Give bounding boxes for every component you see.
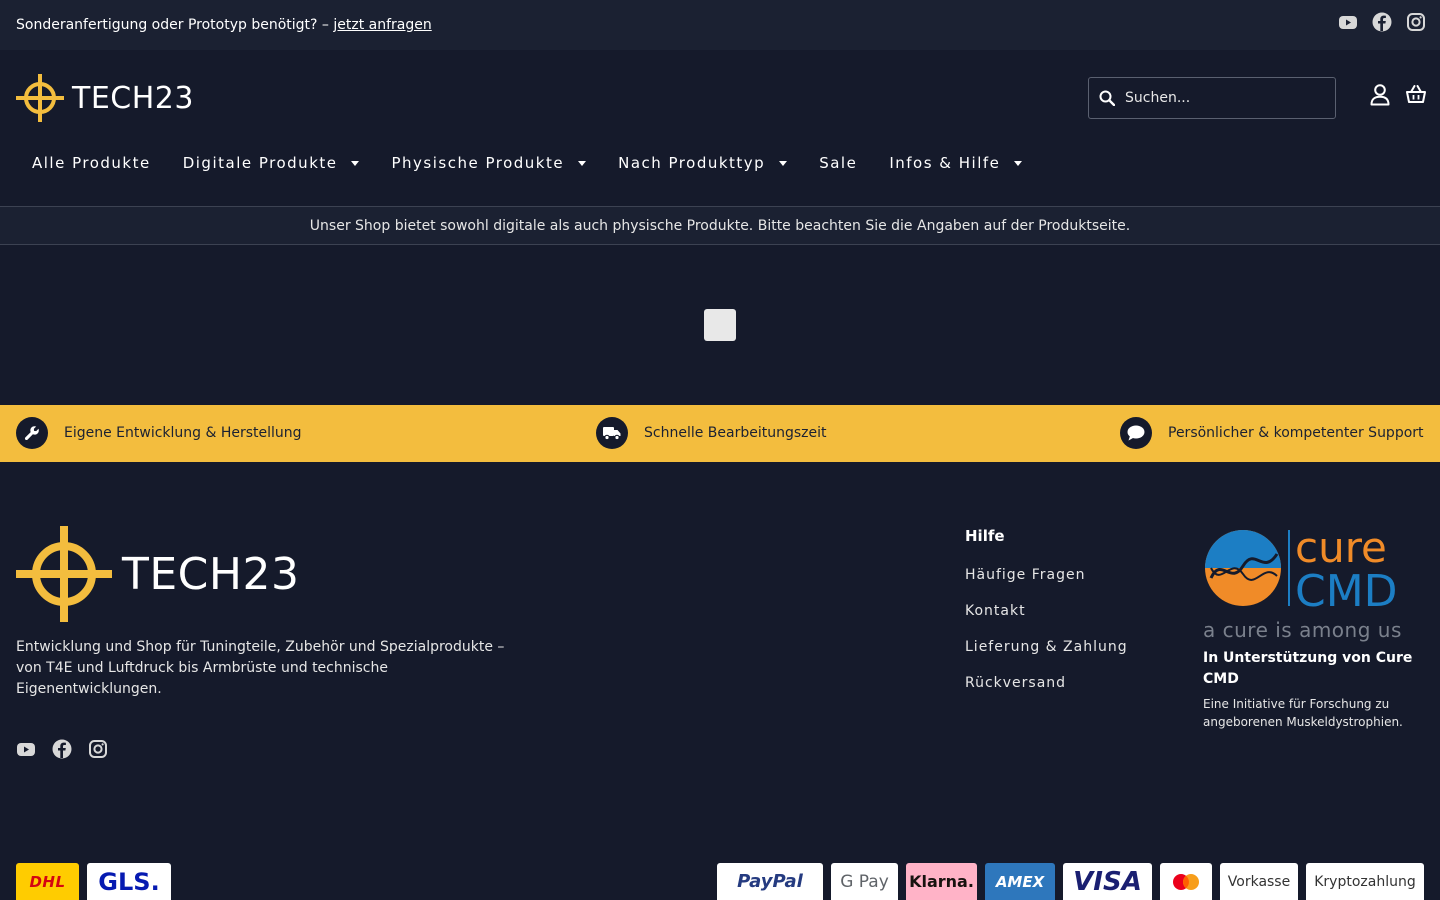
truck-icon <box>596 417 628 449</box>
nav-item-sale[interactable]: Sale <box>803 146 873 180</box>
main-nav: Alle Produkte Digitale Produkte Physische … <box>16 146 1038 180</box>
facebook-icon[interactable] <box>1372 12 1392 32</box>
feature-processing: Schnelle Bearbeitungszeit <box>596 417 827 449</box>
googlepay-badge: G Pay <box>831 863 898 900</box>
crypto-badge: Kryptozahlung <box>1306 863 1424 900</box>
wrench-icon <box>16 417 48 449</box>
klarna-badge: Klarna. <box>906 863 977 900</box>
cure-cmd-logo[interactable]: cure CMD <box>1203 523 1419 617</box>
caret-down-icon <box>351 160 360 166</box>
feature-development: Eigene Entwicklung & Herstellung <box>16 417 302 449</box>
basket-icon[interactable] <box>1406 84 1426 104</box>
help-link-returns[interactable]: Rückversand <box>965 675 1128 695</box>
crosshair-logo-icon <box>16 526 112 622</box>
caret-down-icon <box>779 160 788 166</box>
feature-bar: Eigene Entwicklung & Herstellung Schnell… <box>0 405 1440 462</box>
instagram-icon[interactable] <box>88 739 108 759</box>
nav-item-label: Nach Produkttyp <box>618 154 766 172</box>
mastercard-badge <box>1160 863 1212 900</box>
footer-description: Entwicklung und Shop für Tuningteile, Zu… <box>16 639 505 697</box>
footer-help: Hilfe Häufige Fragen Kontakt Lieferung &… <box>965 527 1128 711</box>
help-link-faq[interactable]: Häufige Fragen <box>965 567 1128 587</box>
nav-item-label: Sale <box>819 154 858 172</box>
chat-icon <box>1120 417 1152 449</box>
vorkasse-badge: Vorkasse <box>1220 863 1298 900</box>
svg-text:CMD: CMD <box>1295 566 1398 610</box>
nav-item-nach-produkttyp[interactable]: Nach Produkttyp <box>602 146 803 180</box>
paypal-badge: PayPal <box>717 863 823 900</box>
footer-brand-name: TECH23 <box>122 548 300 600</box>
crosshair-logo-icon <box>16 74 64 122</box>
nav-item-alle-produkte[interactable]: Alle Produkte <box>16 146 167 180</box>
gls-badge: GLS. <box>87 863 171 900</box>
dhl-badge: DHL <box>16 863 79 900</box>
footer-social <box>16 739 108 759</box>
feature-label: Eigene Entwicklung & Herstellung <box>64 425 302 441</box>
instagram-icon[interactable] <box>1406 12 1426 32</box>
youtube-icon[interactable] <box>16 739 36 759</box>
cure-text: Eine Initiative für Forschung zu angebor… <box>1203 697 1403 729</box>
nav-item-digitale-produkte[interactable]: Digitale Produkte <box>167 146 376 180</box>
amex-badge: AMEX <box>985 863 1055 900</box>
cure-cmd-block: cure CMD a cure is among us In Unterstüt… <box>1203 523 1428 731</box>
nav-item-infos-hilfe[interactable]: Infos & Hilfe <box>873 146 1038 180</box>
user-icon[interactable] <box>1370 84 1390 106</box>
facebook-icon[interactable] <box>52 739 72 759</box>
visa-badge: VISA <box>1063 863 1152 900</box>
youtube-icon[interactable] <box>1338 12 1358 32</box>
header-actions <box>1370 84 1426 106</box>
search-icon[interactable] <box>1099 90 1115 106</box>
announcement-topbar: Sonderanfertigung oder Prototyp benötigt… <box>0 0 1440 50</box>
help-link-contact[interactable]: Kontakt <box>965 603 1128 623</box>
inquiry-link[interactable]: jetzt anfragen <box>333 17 431 33</box>
nav-item-label: Digitale Produkte <box>182 154 338 172</box>
site-logo[interactable]: TECH23 <box>16 74 194 122</box>
mastercard-logo-icon <box>1173 873 1199 890</box>
footer-logo[interactable]: TECH23 <box>16 526 299 622</box>
search-box[interactable] <box>1088 77 1336 119</box>
help-link-shipping[interactable]: Lieferung & Zahlung <box>965 639 1128 659</box>
nav-item-label: Physische Produkte <box>391 154 565 172</box>
feature-label: Schnelle Bearbeitungszeit <box>644 425 827 441</box>
topbar-message: Sonderanfertigung oder Prototyp benötigt… <box>16 17 432 33</box>
info-notice: Unser Shop bietet sowohl digitale als au… <box>0 206 1440 245</box>
cure-tagline: a cure is among us <box>1203 618 1402 642</box>
caret-down-icon <box>1014 160 1023 166</box>
nav-item-physische-produkte[interactable]: Physische Produkte <box>375 146 602 180</box>
feature-label: Persönlicher & kompetenter Support <box>1168 425 1424 441</box>
nav-item-label: Infos & Hilfe <box>889 154 1001 172</box>
nav-item-label: Alle Produkte <box>32 154 151 172</box>
search-input[interactable] <box>1125 90 1315 106</box>
help-heading: Hilfe <box>965 527 1005 545</box>
feature-support: Persönlicher & kompetenter Support <box>1120 417 1424 449</box>
loading-placeholder <box>704 309 736 341</box>
site-header: TECH23 Alle Produkte Digitale Produkte Phy… <box>0 50 1440 207</box>
brand-name: TECH23 <box>72 80 194 116</box>
cure-title: In Unterstützung von Cure CMD <box>1203 650 1413 687</box>
topbar-social <box>1338 12 1426 32</box>
caret-down-icon <box>578 160 587 166</box>
